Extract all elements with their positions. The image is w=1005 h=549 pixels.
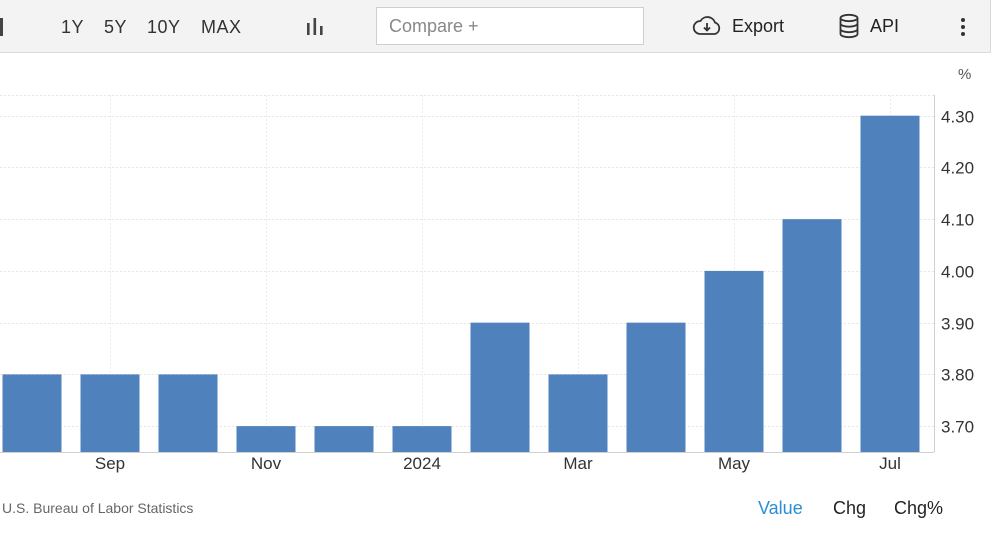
x-tick-label: Jul <box>879 454 901 473</box>
y-tick-label: 3.70 <box>941 418 974 437</box>
data-source: U.S. Bureau of Labor Statistics <box>2 500 194 516</box>
export-label: Export <box>732 15 785 36</box>
range-1y-button[interactable]: 1Y <box>61 17 84 38</box>
x-tick-label: May <box>718 454 751 473</box>
x-tick-label: Mar <box>563 454 593 473</box>
y-tick-label: 3.90 <box>941 315 974 334</box>
tab-chg-percent[interactable]: Chg% <box>894 498 943 519</box>
y-tick-label: 4.20 <box>941 159 974 178</box>
bar <box>2 374 62 452</box>
y-tick-label: 3.80 <box>941 366 974 385</box>
more-vertical-icon[interactable] <box>955 16 971 38</box>
compare-input[interactable] <box>376 7 644 45</box>
bar <box>704 270 764 452</box>
y-axis-unit: % <box>958 66 972 83</box>
x-tick-label: 2024 <box>403 454 441 473</box>
bar <box>626 322 686 452</box>
bar <box>158 374 218 452</box>
range-5y-button[interactable]: 5Y <box>104 17 127 38</box>
bar <box>548 374 608 452</box>
y-tick-label: 4.30 <box>941 108 974 127</box>
bar <box>392 426 452 452</box>
bar-chart: 3.70 3.80 3.90 4.00 4.10 4.20 4.30 Sep Nov 2024 Ma… <box>0 95 974 473</box>
chart-toolbar: 1Y 5Y 10Y MAX Export API <box>0 0 991 53</box>
export-button[interactable]: Export <box>692 12 784 40</box>
database-icon <box>839 13 859 39</box>
bar <box>314 426 374 452</box>
range-max-button[interactable]: MAX <box>201 17 242 38</box>
y-tick-label: 4.00 <box>941 263 974 282</box>
api-label: API <box>870 15 900 36</box>
bar <box>80 374 140 452</box>
api-button[interactable]: API <box>838 12 899 40</box>
y-tick-label: 4.10 <box>941 211 974 230</box>
bar <box>782 219 842 452</box>
toolbar-edge <box>0 18 3 36</box>
bar <box>236 426 296 452</box>
tab-chg[interactable]: Chg <box>833 498 866 519</box>
bar <box>470 322 530 452</box>
cloud-download-icon <box>692 16 721 35</box>
x-tick-label: Sep <box>95 454 125 473</box>
bar <box>860 115 920 452</box>
tab-value[interactable]: Value <box>758 498 803 519</box>
range-10y-button[interactable]: 10Y <box>147 17 181 38</box>
x-tick-label: Nov <box>251 454 282 473</box>
bar-chart-icon[interactable] <box>305 16 325 38</box>
